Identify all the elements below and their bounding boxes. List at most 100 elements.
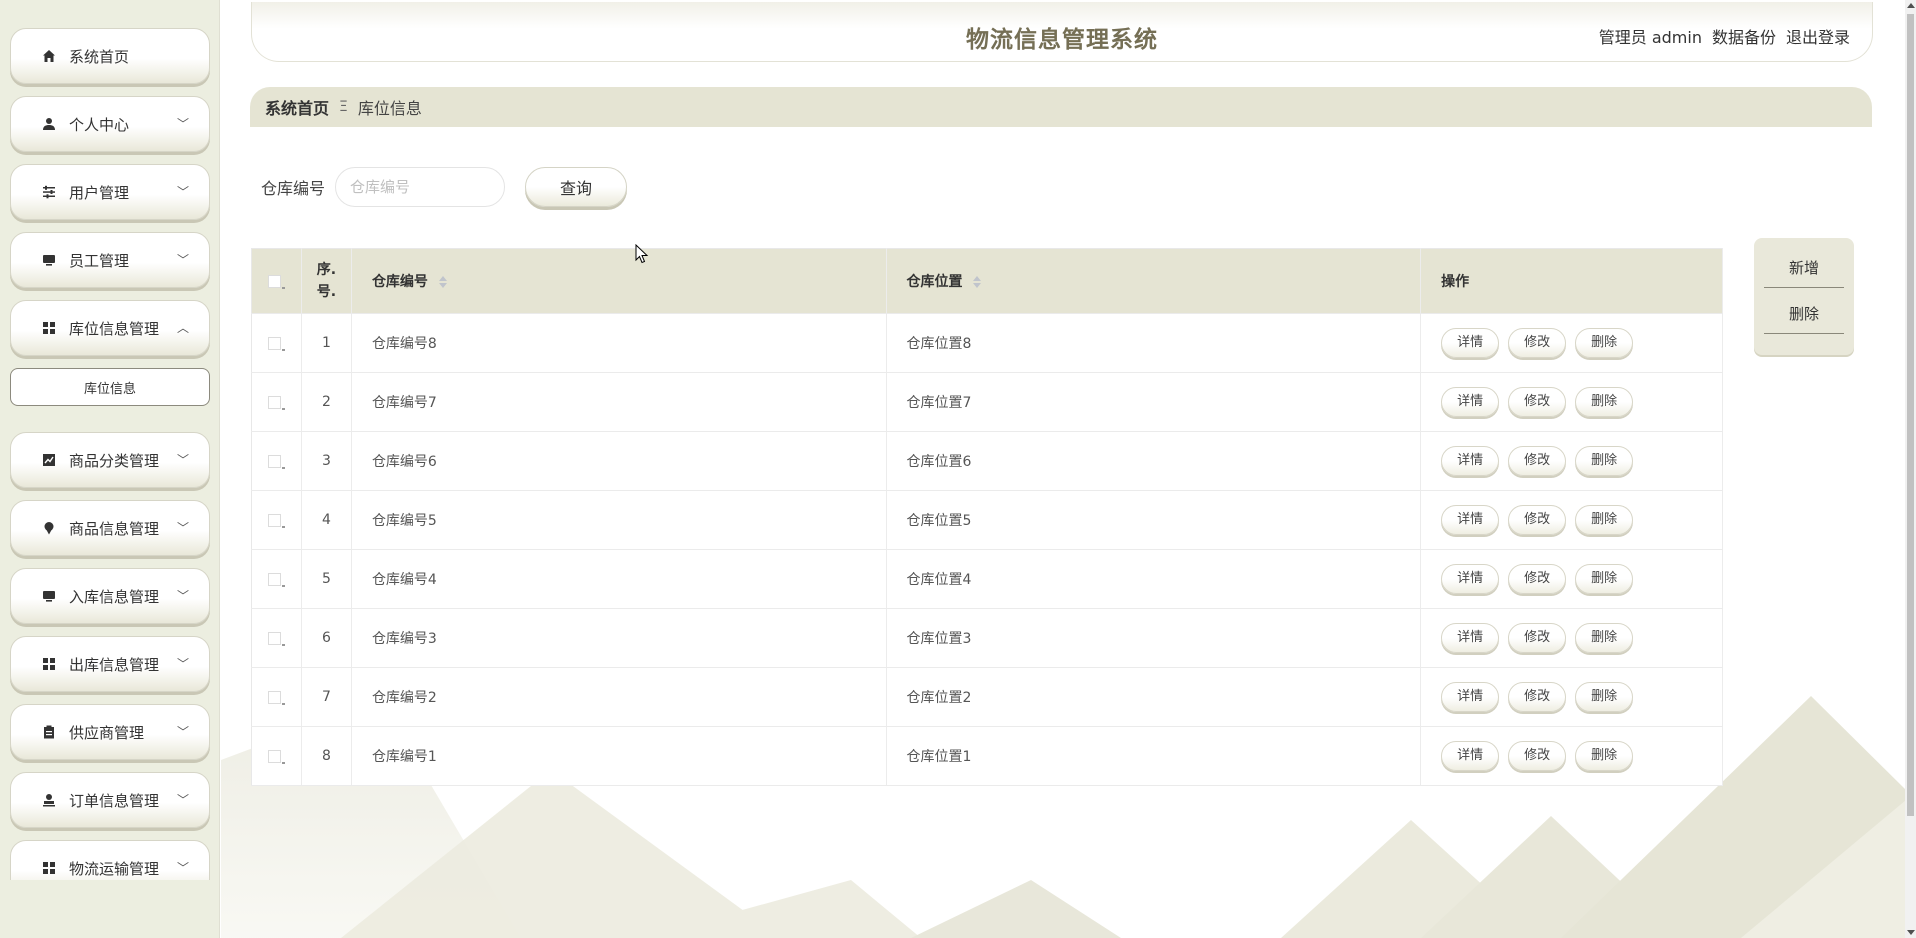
row-checkbox[interactable] bbox=[267, 395, 281, 409]
delete-button[interactable]: 删除 bbox=[1575, 446, 1634, 476]
delete-button[interactable]: 删除 bbox=[1575, 328, 1634, 358]
sidebar-item-label: 供应商管理 bbox=[69, 723, 145, 742]
edit-button[interactable]: 修改 bbox=[1508, 505, 1567, 535]
index-header: 序.号. bbox=[301, 248, 352, 314]
detail-button[interactable]: 详情 bbox=[1441, 387, 1500, 417]
edit-button[interactable]: 修改 bbox=[1508, 446, 1567, 476]
row-index: 4 bbox=[301, 490, 352, 550]
row-warehouse-location: 仓库位置6 bbox=[886, 431, 1422, 491]
checkbox-dot-icon bbox=[281, 408, 285, 410]
batch-delete-button[interactable]: 删除 bbox=[1764, 294, 1844, 334]
edit-button[interactable]: 修改 bbox=[1508, 387, 1567, 417]
chevron-down-icon: ﹀ bbox=[176, 117, 189, 131]
sidebar-item-label: 入库信息管理 bbox=[69, 587, 160, 606]
chevron-down-icon: ﹀ bbox=[176, 793, 189, 807]
query-button[interactable]: 查询 bbox=[525, 167, 628, 207]
detail-button[interactable]: 详情 bbox=[1441, 446, 1500, 476]
delete-button[interactable]: 删除 bbox=[1575, 387, 1634, 417]
row-ops: 详情 修改 删除 bbox=[1420, 372, 1723, 432]
sidebar-item-order-mgmt[interactable]: 订单信息管理 ﹀ bbox=[10, 772, 210, 828]
location-header[interactable]: 仓库位置 bbox=[886, 248, 1422, 314]
code-header[interactable]: 仓库编号 bbox=[351, 248, 887, 314]
row-warehouse-code: 仓库编号4 bbox=[351, 549, 887, 609]
sort-icon[interactable] bbox=[438, 276, 447, 288]
sidebar-item-outbound-mgmt[interactable]: 出库信息管理 ﹀ bbox=[10, 636, 210, 692]
monitor-icon bbox=[41, 588, 57, 604]
breadcrumb-home[interactable]: 系统首页 bbox=[265, 95, 329, 119]
scroll-down-arrow-icon[interactable] bbox=[1907, 930, 1915, 935]
row-select-cell bbox=[251, 726, 302, 786]
row-select-cell bbox=[251, 490, 302, 550]
edit-button[interactable]: 修改 bbox=[1508, 328, 1567, 358]
user-icon bbox=[41, 116, 57, 132]
table-row: 1 仓库编号8 仓库位置8 详情 修改 删除 bbox=[251, 313, 1723, 373]
row-warehouse-location: 仓库位置1 bbox=[886, 726, 1422, 786]
sidebar-item-users[interactable]: 用户管理 ﹀ bbox=[10, 164, 210, 220]
table-row: 2 仓库编号7 仓库位置7 详情 修改 删除 bbox=[251, 372, 1723, 432]
main-content: 物流信息管理系统 管理员 admin 数据备份 退出登录 系统首页 Ξ 库位信息… bbox=[221, 0, 1906, 938]
sidebar-item-home[interactable]: 系统首页 bbox=[10, 28, 210, 84]
backup-link[interactable]: 数据备份 bbox=[1712, 24, 1776, 48]
detail-button[interactable]: 详情 bbox=[1441, 328, 1500, 358]
sidebar-item-staff[interactable]: 员工管理 ﹀ bbox=[10, 232, 210, 288]
detail-button[interactable]: 详情 bbox=[1441, 682, 1500, 712]
delete-button[interactable]: 删除 bbox=[1575, 682, 1634, 712]
chevron-down-icon: ﹀ bbox=[176, 861, 189, 875]
add-button[interactable]: 新增 bbox=[1764, 248, 1844, 288]
sidebar-item-location-mgmt[interactable]: 库位信息管理 ︿ bbox=[10, 300, 210, 356]
submenu-item-location-info[interactable]: 库位信息 bbox=[10, 368, 210, 406]
row-checkbox[interactable] bbox=[267, 631, 281, 645]
sidebar-item-goods-mgmt[interactable]: 商品信息管理 ﹀ bbox=[10, 500, 210, 556]
table-row: 7 仓库编号2 仓库位置2 详情 修改 删除 bbox=[251, 667, 1723, 727]
detail-button[interactable]: 详情 bbox=[1441, 623, 1500, 653]
sidebar-item-label: 物流运输管理 bbox=[69, 859, 160, 878]
edit-button[interactable]: 修改 bbox=[1508, 623, 1567, 653]
sidebar-item-personal[interactable]: 个人中心 ﹀ bbox=[10, 96, 210, 152]
select-all-checkbox[interactable] bbox=[267, 274, 281, 288]
row-select-cell bbox=[251, 549, 302, 609]
scroll-up-arrow-icon[interactable] bbox=[1907, 3, 1915, 8]
row-warehouse-location: 仓库位置8 bbox=[886, 313, 1422, 373]
vertical-scrollbar[interactable] bbox=[1905, 0, 1916, 938]
scrollbar-thumb[interactable] bbox=[1907, 14, 1914, 816]
row-checkbox[interactable] bbox=[267, 749, 281, 763]
row-ops: 详情 修改 删除 bbox=[1420, 726, 1723, 786]
checkbox-dot-icon bbox=[281, 467, 285, 469]
row-ops: 详情 修改 删除 bbox=[1420, 667, 1723, 727]
detail-button[interactable]: 详情 bbox=[1441, 564, 1500, 594]
edit-button[interactable]: 修改 bbox=[1508, 564, 1567, 594]
checkbox-dot-icon bbox=[281, 526, 285, 528]
sidebar-item-inbound-mgmt[interactable]: 入库信息管理 ﹀ bbox=[10, 568, 210, 624]
row-checkbox[interactable] bbox=[267, 336, 281, 350]
warehouse-code-input[interactable] bbox=[335, 167, 506, 207]
delete-button[interactable]: 删除 bbox=[1575, 564, 1634, 594]
row-checkbox[interactable] bbox=[267, 513, 281, 527]
row-checkbox[interactable] bbox=[267, 690, 281, 704]
sidebar-item-label: 个人中心 bbox=[69, 115, 130, 134]
select-all-header bbox=[251, 248, 302, 314]
row-index: 1 bbox=[301, 313, 352, 373]
row-warehouse-code: 仓库编号1 bbox=[351, 726, 887, 786]
sidebar-item-transport-mgmt[interactable]: 物流运输管理 ﹀ bbox=[10, 840, 210, 880]
app-root: 系统首页 个人中心 ﹀ 用户管理 ﹀ 员工管理 ﹀ 库位信息管理 ︿ 库位信息 … bbox=[0, 0, 1916, 938]
chevron-up-icon: ︿ bbox=[176, 321, 189, 335]
sidebar-item-label: 用户管理 bbox=[69, 183, 130, 202]
row-checkbox[interactable] bbox=[267, 572, 281, 586]
checkbox-dot-icon bbox=[281, 349, 285, 351]
sidebar-item-supplier-mgmt[interactable]: 供应商管理 ﹀ bbox=[10, 704, 210, 760]
delete-button[interactable]: 删除 bbox=[1575, 505, 1634, 535]
detail-button[interactable]: 详情 bbox=[1441, 741, 1500, 771]
table-row: 8 仓库编号1 仓库位置1 详情 修改 删除 bbox=[251, 726, 1723, 786]
logout-link[interactable]: 退出登录 bbox=[1786, 24, 1850, 48]
row-warehouse-location: 仓库位置4 bbox=[886, 549, 1422, 609]
detail-button[interactable]: 详情 bbox=[1441, 505, 1500, 535]
delete-button[interactable]: 删除 bbox=[1575, 741, 1634, 771]
edit-button[interactable]: 修改 bbox=[1508, 682, 1567, 712]
row-checkbox[interactable] bbox=[267, 454, 281, 468]
delete-button[interactable]: 删除 bbox=[1575, 623, 1634, 653]
sort-icon[interactable] bbox=[973, 276, 982, 288]
row-select-cell bbox=[251, 372, 302, 432]
chevron-down-icon: ﹀ bbox=[176, 657, 189, 671]
edit-button[interactable]: 修改 bbox=[1508, 741, 1567, 771]
sidebar-item-category-mgmt[interactable]: 商品分类管理 ﹀ bbox=[10, 432, 210, 488]
